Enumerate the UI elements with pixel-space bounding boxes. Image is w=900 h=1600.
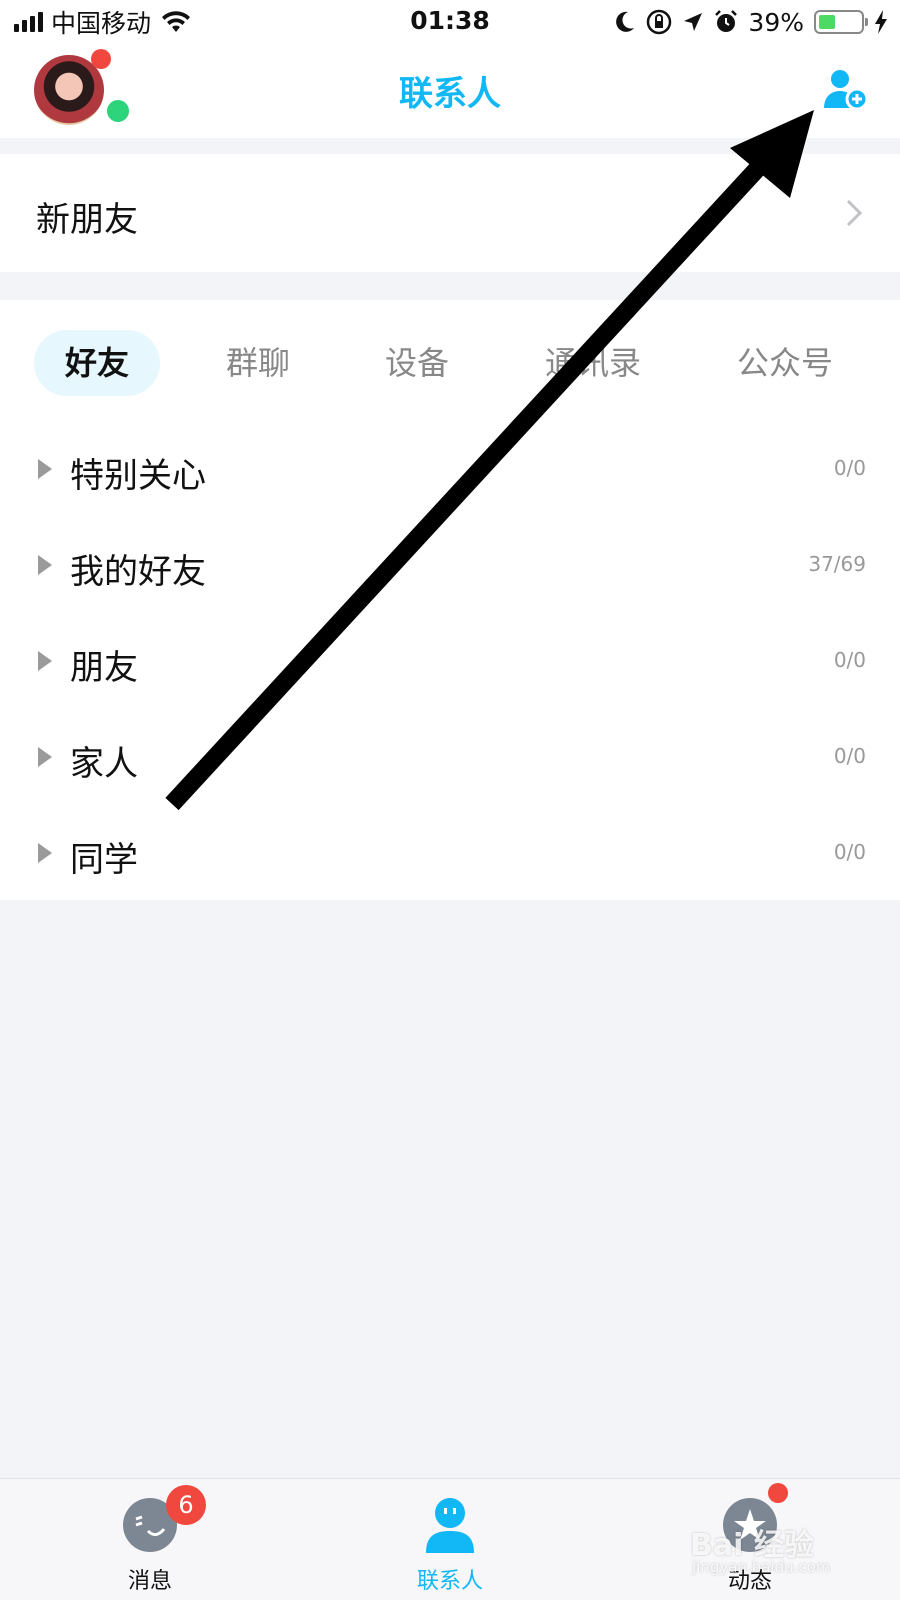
group-count: 0/0 xyxy=(833,840,866,864)
group-name: 朋友 xyxy=(70,648,138,688)
tab-devices[interactable]: 设备 xyxy=(354,330,480,396)
unread-badge: 6 xyxy=(166,1485,206,1525)
status-bar: 中国移动 01:38 39% xyxy=(0,0,900,44)
friend-groups-list: 特别关心 0/0 我的好友 37/69 朋友 0/0 家人 0/0 同学 0/0 xyxy=(0,422,900,902)
new-friends-row[interactable]: 新朋友 xyxy=(0,154,900,272)
alarm-icon xyxy=(715,10,738,32)
friend-group-classmates[interactable]: 同学 0/0 xyxy=(0,806,900,902)
group-count: 37/69 xyxy=(808,552,866,576)
group-name: 我的好友 xyxy=(70,552,206,592)
tab-friends[interactable]: 好友 xyxy=(34,330,160,396)
battery-percent: 39% xyxy=(748,7,804,37)
contact-tabs: 好友 群聊 设备 通讯录 公众号 xyxy=(0,330,900,396)
friend-group-family[interactable]: 家人 0/0 xyxy=(0,710,900,806)
friend-group-my-friends[interactable]: 我的好友 37/69 xyxy=(0,518,900,614)
expand-triangle-icon xyxy=(38,843,52,863)
expand-triangle-icon xyxy=(38,651,52,671)
group-count: 0/0 xyxy=(833,456,866,480)
friend-group-special[interactable]: 特别关心 0/0 xyxy=(0,422,900,518)
page-title: 联系人 xyxy=(399,74,501,114)
battery-icon xyxy=(814,10,868,34)
group-name: 特别关心 xyxy=(70,456,206,496)
moon-icon xyxy=(616,11,635,32)
add-friend-icon[interactable] xyxy=(822,66,870,114)
expand-triangle-icon xyxy=(38,555,52,575)
watermark-url: jingyan.baidu.com xyxy=(692,1558,831,1576)
tabbar-messages[interactable]: 6 消息 xyxy=(0,1479,300,1600)
tabbar-label: 消息 xyxy=(127,1569,172,1594)
tabbar-label: 联系人 xyxy=(416,1569,483,1594)
charging-icon xyxy=(875,10,887,34)
status-right: 39% xyxy=(614,6,888,38)
nav-bar: 联系人 xyxy=(0,44,900,138)
tab-address-book[interactable]: 通讯录 xyxy=(518,330,668,396)
expand-triangle-icon xyxy=(38,459,52,479)
group-count: 0/0 xyxy=(833,744,866,768)
group-count: 0/0 xyxy=(833,648,866,672)
tab-groups[interactable]: 群聊 xyxy=(195,330,321,396)
tabbar-contacts[interactable]: 联系人 xyxy=(300,1479,600,1600)
contacts-panel: 好友 群聊 设备 通讯录 公众号 特别关心 0/0 我的好友 37/69 朋友 … xyxy=(0,300,900,900)
location-icon xyxy=(684,13,703,31)
orientation-lock-icon xyxy=(647,9,672,35)
battery-fill xyxy=(819,15,835,29)
chevron-right-icon xyxy=(846,199,863,227)
feed-red-dot xyxy=(768,1483,788,1503)
group-name: 同学 xyxy=(70,840,138,880)
friend-group-friends[interactable]: 朋友 0/0 xyxy=(0,614,900,710)
group-name: 家人 xyxy=(70,744,138,784)
expand-triangle-icon xyxy=(38,747,52,767)
new-friends-label: 新朋友 xyxy=(36,200,138,240)
contacts-icon xyxy=(426,1498,474,1553)
tab-official-accounts[interactable]: 公众号 xyxy=(710,330,860,396)
